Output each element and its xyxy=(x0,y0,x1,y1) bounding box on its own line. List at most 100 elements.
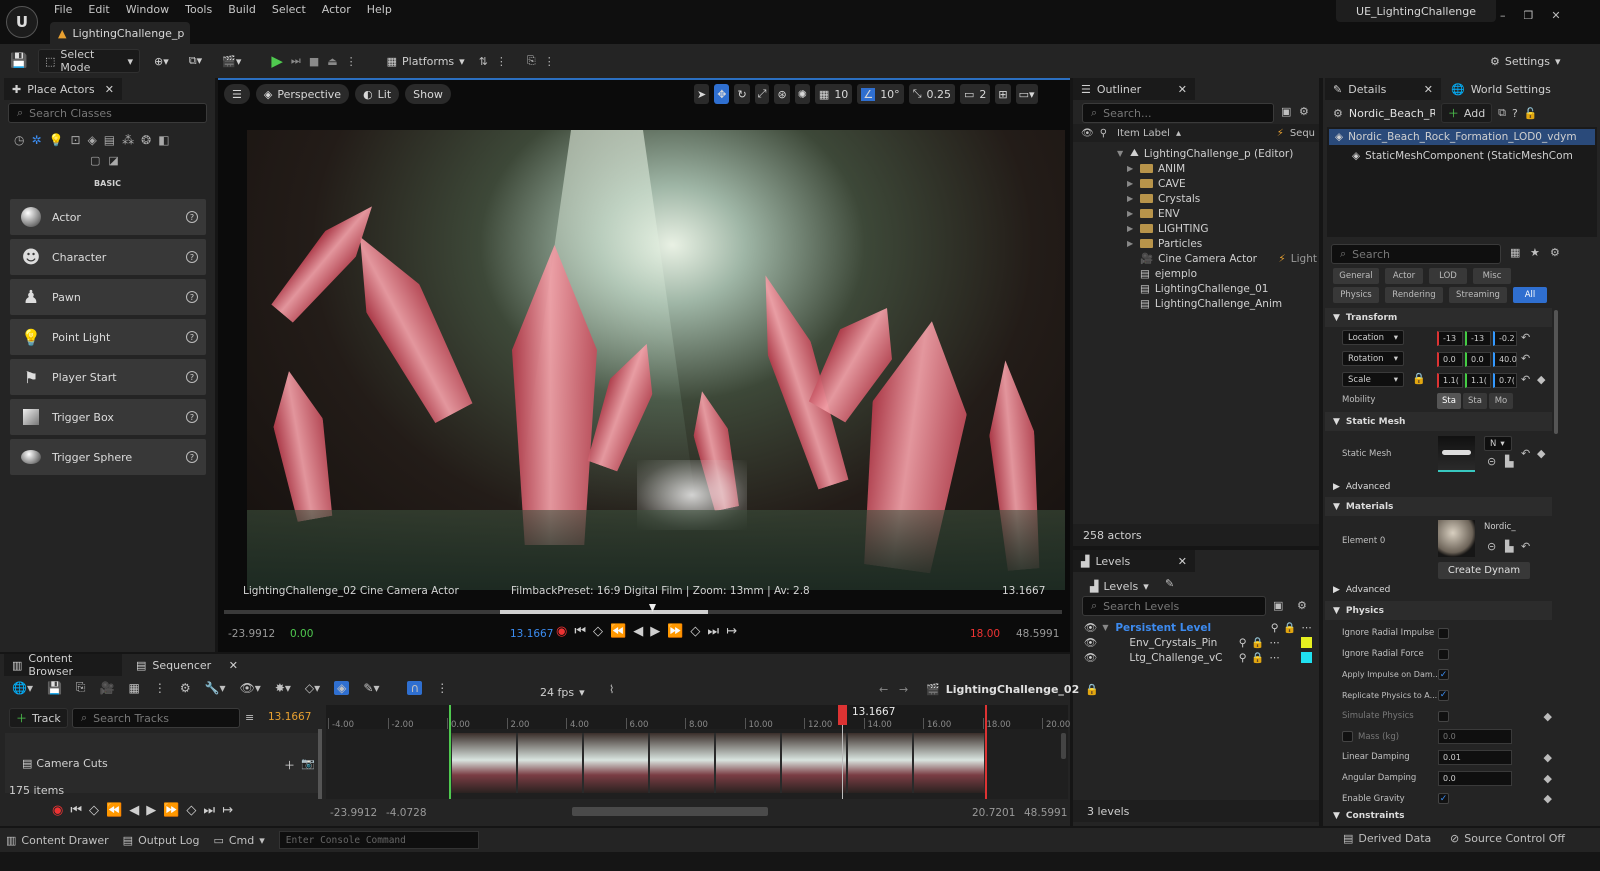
play-icon[interactable]: ▶ xyxy=(271,52,283,70)
scale-z-input[interactable]: 0.7( xyxy=(1493,373,1517,388)
key-icon[interactable]: ◇▾ xyxy=(305,681,320,695)
visibility-icon[interactable]: 👁 xyxy=(1084,621,1097,634)
view-range-end[interactable]: 48.5991 xyxy=(1024,807,1067,819)
filter-rendering[interactable]: Rendering xyxy=(1385,287,1443,303)
use-selected-icon[interactable]: ▙ xyxy=(1505,455,1513,468)
level-row-env-crystals[interactable]: 👁 Env_Crystals_Pin ⚲ 🔒 ⋯ xyxy=(1084,635,1312,650)
working-range-end[interactable]: 20.7201 xyxy=(972,807,1015,819)
snap-icon[interactable]: ∩ xyxy=(407,680,423,695)
chevron-down-icon[interactable]: ▼ xyxy=(1117,149,1125,158)
location-x-input[interactable]: -13 xyxy=(1437,331,1463,346)
toolbar-more-icon[interactable]: ⋮ xyxy=(496,55,507,68)
console-command-input[interactable]: Enter Console Command xyxy=(278,831,479,849)
level-color-swatch[interactable] xyxy=(1301,637,1312,648)
rotation-x-input[interactable]: 0.0 xyxy=(1437,352,1463,367)
play-forward-icon[interactable]: ▶ xyxy=(146,803,156,818)
menu-actor[interactable]: Actor xyxy=(314,0,359,20)
playback-start-marker[interactable] xyxy=(449,705,451,799)
unreal-logo[interactable]: U xyxy=(6,6,38,38)
level-document-tab[interactable]: ▲ LightingChallenge_p xyxy=(50,22,190,44)
folder-env[interactable]: ▶ ENV xyxy=(1127,206,1317,221)
sequence-name[interactable]: LightingChallenge_02 xyxy=(946,683,1080,696)
static-mesh-thumbnail[interactable] xyxy=(1438,436,1475,472)
lights-icon[interactable]: 💡 xyxy=(49,133,64,147)
add-component-button[interactable]: ＋ Add xyxy=(1440,103,1493,123)
filter-actor[interactable]: Actor xyxy=(1385,268,1423,284)
reset-icon[interactable]: ↶ xyxy=(1521,373,1530,386)
menu-tools[interactable]: Tools xyxy=(177,0,220,20)
help-icon[interactable]: ? xyxy=(186,211,198,223)
angular-damping-input[interactable]: 0.0 xyxy=(1438,770,1512,786)
maximize-icon[interactable]: ❐ xyxy=(1524,9,1534,22)
table-view-icon[interactable]: ▦ xyxy=(1510,246,1520,259)
reverse-icon[interactable]: ◀ xyxy=(129,803,139,818)
edit-icon[interactable]: ✎▾ xyxy=(363,681,379,695)
transform-section-header[interactable]: ▼ Transform xyxy=(1325,308,1552,327)
visibility-icon[interactable]: 👁 xyxy=(1081,128,1094,139)
grid-snap-button[interactable]: ▦ 10 xyxy=(814,84,853,104)
lock-icon[interactable]: 🔒 xyxy=(1283,621,1296,634)
viewport-menu-icon[interactable]: ☰ xyxy=(224,84,250,104)
mobility-movable[interactable]: Mo xyxy=(1489,393,1513,409)
folder-cave[interactable]: ▶ CAVE xyxy=(1127,176,1317,191)
record-icon[interactable]: ◉ xyxy=(556,624,567,639)
visibility-icon[interactable]: 👁 xyxy=(1084,636,1097,649)
location-dropdown[interactable]: Location ▾ xyxy=(1342,330,1404,345)
all-classes-icon[interactable]: ❂ xyxy=(141,133,151,147)
settings-button[interactable]: ⚙ Settings ▾ xyxy=(1484,49,1567,73)
location-y-input[interactable]: -13 xyxy=(1465,331,1491,346)
auto-key-icon[interactable]: ◈ xyxy=(334,680,350,695)
lock-icon[interactable]: 🔒 xyxy=(1412,372,1426,385)
help-icon[interactable]: ? xyxy=(186,331,198,343)
loop-icon[interactable]: ↦ xyxy=(726,624,737,639)
forward-icon[interactable]: → xyxy=(899,683,908,696)
view-range-start[interactable]: -23.9912 xyxy=(330,807,377,819)
scale-dropdown[interactable]: Scale ▾ xyxy=(1342,372,1404,387)
cmd-dropdown[interactable]: ▭ Cmd ▾ xyxy=(213,834,264,847)
scale-y-input[interactable]: 1.1( xyxy=(1465,373,1491,388)
filter-icon[interactable]: ≡ xyxy=(245,711,254,724)
scale-icon[interactable]: ⤢ xyxy=(754,84,770,104)
mobility-static[interactable]: Sta xyxy=(1437,393,1461,409)
outliner-item[interactable]: 🎥 Cine Camera Actor ⚡ Light xyxy=(1127,251,1317,266)
tools-icon[interactable]: 🔧▾ xyxy=(205,681,226,695)
actor-item-actor[interactable]: Actor ? xyxy=(10,199,206,235)
chevron-right-icon[interactable]: ▶ xyxy=(1127,179,1135,188)
outliner-root[interactable]: ▼ ⛰ LightingChallenge_p (Editor) xyxy=(1117,146,1293,161)
add-level-icon[interactable]: ▣ xyxy=(1273,599,1283,612)
playhead-handle[interactable] xyxy=(838,705,847,725)
render-icon[interactable]: ▦ xyxy=(128,681,139,695)
level-row-ltg-challenge[interactable]: 👁 Ltg_Challenge_vC ⚲ 🔒 ⋯ xyxy=(1084,650,1312,665)
world-icon[interactable]: 🌐▾ xyxy=(12,681,33,695)
advanced-section-header[interactable]: ▶ Advanced xyxy=(1325,477,1552,496)
derived-data-button[interactable]: ▤ Derived Data xyxy=(1343,832,1431,845)
star-icon[interactable]: ★ xyxy=(1530,246,1540,259)
select-mode-dropdown[interactable]: ⬚ Select Mode ▾ xyxy=(38,48,140,74)
lock-icon[interactable]: 🔒 xyxy=(1251,651,1264,664)
reset-icon[interactable]: ↶ xyxy=(1521,352,1530,365)
help-icon[interactable]: ? xyxy=(1512,107,1518,120)
reverse-icon[interactable]: ◀ xyxy=(633,624,643,639)
actor-item-pawn[interactable]: ♟ Pawn ? xyxy=(10,279,206,315)
surface-snap-icon[interactable]: ✺ xyxy=(794,84,810,104)
sequencer-tab[interactable]: ▤ Sequencer ✕ xyxy=(128,654,246,676)
material-thumbnail[interactable] xyxy=(1438,520,1475,557)
rotation-z-input[interactable]: 40.0 xyxy=(1493,352,1517,367)
actor-item-trigger-box[interactable]: Trigger Box ? xyxy=(10,399,206,435)
prev-key-icon[interactable]: ◇ xyxy=(593,624,603,639)
diamond-key-icon[interactable]: ◆ xyxy=(1537,373,1545,386)
diamond-key-icon[interactable]: ◆ xyxy=(1544,751,1552,764)
diamond-key-icon[interactable]: ◆ xyxy=(1544,710,1552,723)
volumes-icon[interactable]: ⁂ xyxy=(122,133,134,147)
rotation-snap-button[interactable]: ∠ 10° xyxy=(857,84,904,104)
folder-crystals[interactable]: ▶ Crystals xyxy=(1127,191,1317,206)
help-icon[interactable]: ? xyxy=(186,251,198,263)
recent-icon[interactable]: ◷ xyxy=(14,133,24,147)
gear-icon[interactable]: ⚙ xyxy=(1299,105,1309,118)
next-key-icon[interactable]: ◇ xyxy=(690,624,700,639)
jump-end-icon[interactable]: ⏭ xyxy=(203,803,215,818)
back-icon[interactable]: ← xyxy=(879,683,888,696)
close-icon[interactable]: ✕ xyxy=(229,659,238,672)
filter-misc[interactable]: Misc xyxy=(1473,268,1511,284)
help-icon[interactable]: ? xyxy=(186,291,198,303)
